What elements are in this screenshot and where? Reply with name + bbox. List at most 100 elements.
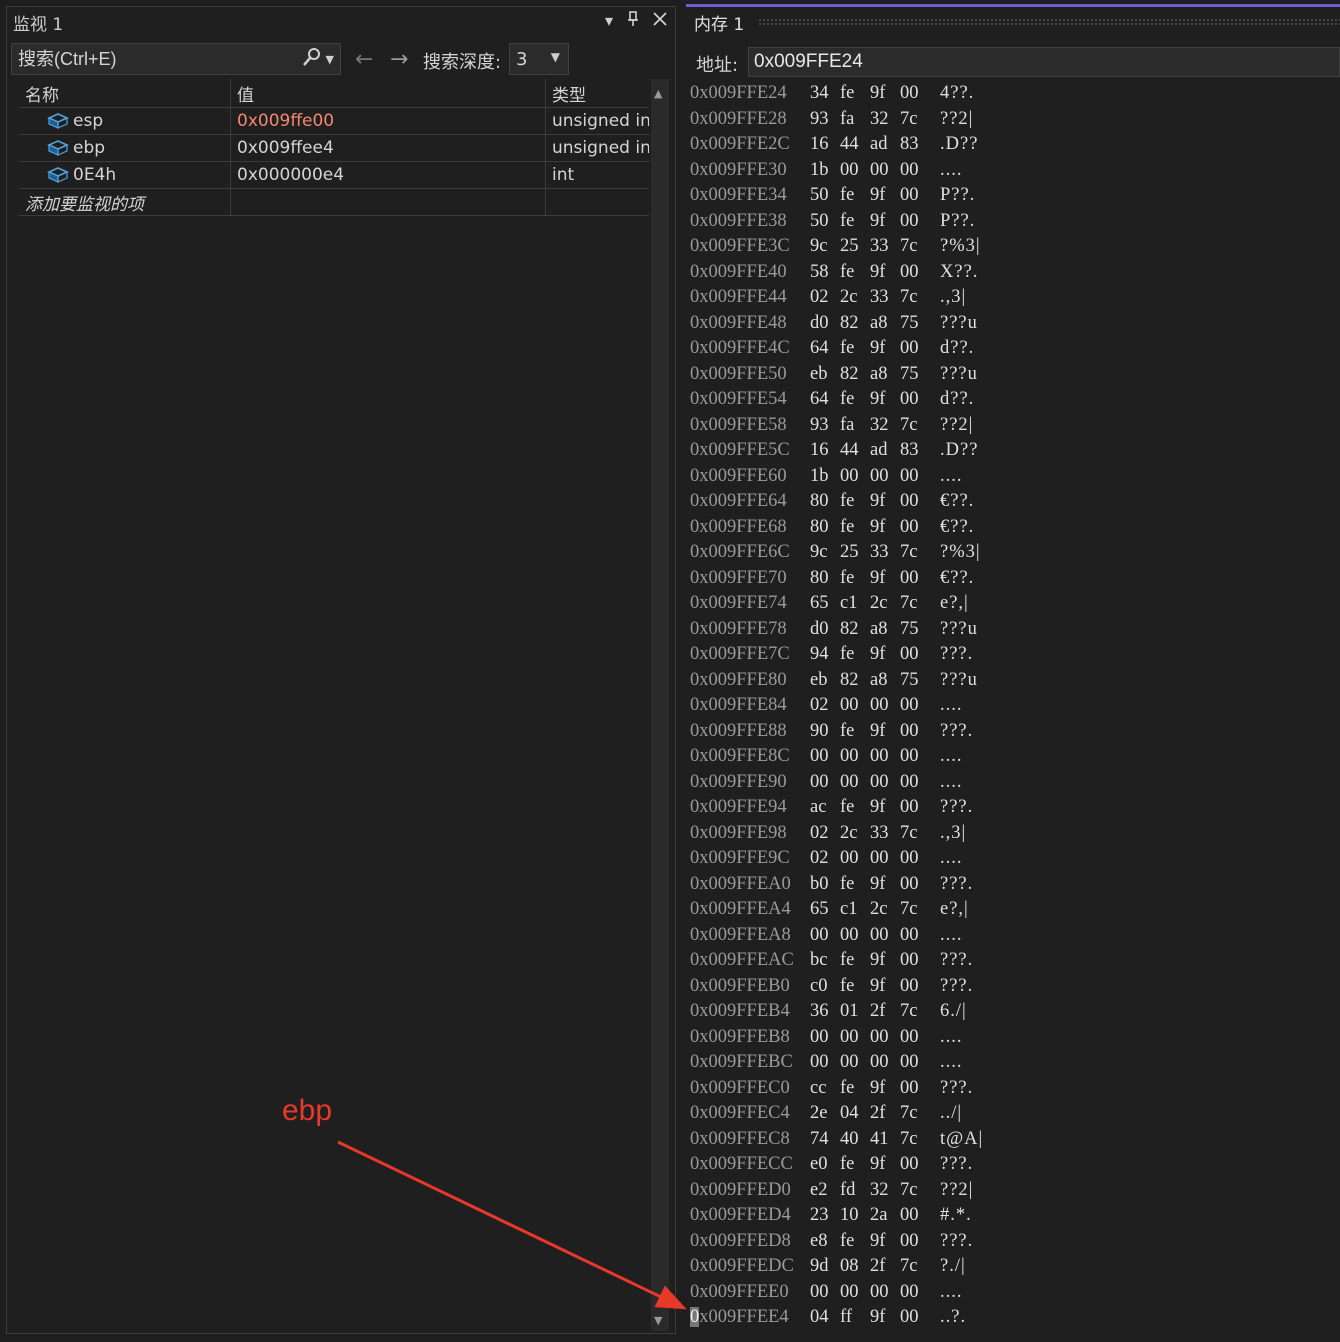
panel-drag-grip[interactable] bbox=[758, 18, 1340, 26]
memory-byte[interactable]: 00 bbox=[870, 744, 889, 770]
memory-byte[interactable]: 00 bbox=[900, 923, 919, 949]
watch-value-cell[interactable]: 0x000000e4 bbox=[231, 162, 546, 188]
memory-byte[interactable]: a8 bbox=[870, 617, 887, 643]
memory-byte[interactable]: 65 bbox=[810, 897, 829, 923]
memory-byte[interactable]: 02 bbox=[810, 821, 829, 847]
memory-byte[interactable]: 00 bbox=[840, 846, 859, 872]
memory-byte[interactable]: 01 bbox=[840, 999, 859, 1025]
memory-byte[interactable]: eb bbox=[810, 362, 827, 388]
memory-byte[interactable]: 00 bbox=[810, 923, 829, 949]
memory-byte[interactable]: fe bbox=[840, 489, 854, 515]
memory-byte[interactable]: fe bbox=[840, 1229, 854, 1255]
memory-byte[interactable]: 00 bbox=[900, 974, 919, 1000]
memory-byte[interactable]: 00 bbox=[810, 1025, 829, 1051]
memory-byte[interactable]: 00 bbox=[840, 770, 859, 796]
memory-byte[interactable]: 00 bbox=[870, 158, 889, 184]
memory-byte[interactable]: 41 bbox=[870, 1127, 889, 1153]
memory-byte[interactable]: 00 bbox=[900, 158, 919, 184]
column-header-type[interactable]: 类型 bbox=[546, 79, 649, 107]
memory-byte[interactable]: 82 bbox=[840, 668, 859, 694]
memory-byte[interactable]: 9f bbox=[870, 209, 885, 235]
memory-byte[interactable]: 90 bbox=[810, 719, 829, 745]
memory-byte[interactable]: 94 bbox=[810, 642, 829, 668]
memory-ascii[interactable]: .... bbox=[940, 693, 963, 719]
memory-byte[interactable]: 00 bbox=[900, 515, 919, 541]
memory-byte[interactable]: 9f bbox=[870, 795, 885, 821]
memory-byte[interactable]: 2f bbox=[870, 1254, 885, 1280]
memory-byte[interactable]: 00 bbox=[900, 1025, 919, 1051]
memory-byte[interactable]: 02 bbox=[810, 846, 829, 872]
memory-byte[interactable]: 00 bbox=[840, 158, 859, 184]
memory-byte[interactable]: 00 bbox=[900, 872, 919, 898]
memory-byte[interactable]: fe bbox=[840, 1076, 854, 1102]
memory-byte[interactable]: fd bbox=[840, 1178, 855, 1204]
memory-ascii[interactable]: ??2| bbox=[940, 413, 973, 439]
memory-byte[interactable]: 9f bbox=[870, 974, 885, 1000]
watch-name-cell[interactable]: ebp bbox=[19, 135, 231, 161]
memory-byte[interactable]: 9f bbox=[870, 1305, 885, 1331]
memory-byte[interactable]: 02 bbox=[810, 693, 829, 719]
memory-byte[interactable]: fe bbox=[840, 795, 854, 821]
memory-byte[interactable]: 00 bbox=[900, 1050, 919, 1076]
memory-byte[interactable]: 00 bbox=[840, 464, 859, 490]
memory-byte[interactable]: 75 bbox=[900, 362, 919, 388]
memory-byte[interactable]: e2 bbox=[810, 1178, 827, 1204]
memory-byte[interactable]: 9f bbox=[870, 515, 885, 541]
watch-row[interactable]: ebp 0x009ffee4 unsigned int bbox=[19, 135, 649, 162]
memory-byte[interactable]: 7c bbox=[900, 413, 917, 439]
memory-byte[interactable]: 83 bbox=[900, 132, 919, 158]
watch-row[interactable]: 0E4h 0x000000e4 int bbox=[19, 162, 649, 189]
memory-byte[interactable]: 00 bbox=[900, 336, 919, 362]
memory-byte[interactable]: 7c bbox=[900, 1127, 917, 1153]
memory-byte[interactable]: 80 bbox=[810, 566, 829, 592]
memory-ascii[interactable]: .... bbox=[940, 744, 963, 770]
memory-ascii[interactable]: #.*. bbox=[940, 1203, 972, 1229]
memory-byte[interactable]: 16 bbox=[810, 132, 829, 158]
memory-byte[interactable]: 00 bbox=[900, 770, 919, 796]
memory-ascii[interactable]: .... bbox=[940, 464, 963, 490]
search-icon[interactable] bbox=[302, 47, 322, 72]
memory-byte[interactable]: 00 bbox=[840, 923, 859, 949]
memory-byte[interactable]: 36 bbox=[810, 999, 829, 1025]
memory-byte[interactable]: 00 bbox=[900, 1203, 919, 1229]
memory-ascii[interactable]: .... bbox=[940, 923, 963, 949]
memory-ascii[interactable]: ???. bbox=[940, 795, 973, 821]
memory-ascii[interactable]: €??. bbox=[940, 515, 974, 541]
memory-byte[interactable]: 83 bbox=[900, 438, 919, 464]
memory-byte[interactable]: 2c bbox=[840, 285, 857, 311]
memory-byte[interactable]: 00 bbox=[870, 464, 889, 490]
memory-byte[interactable]: 7c bbox=[900, 897, 917, 923]
memory-byte[interactable]: 04 bbox=[810, 1305, 829, 1331]
memory-byte[interactable]: d0 bbox=[810, 311, 829, 337]
memory-byte[interactable]: 9f bbox=[870, 489, 885, 515]
memory-byte[interactable]: 00 bbox=[810, 1050, 829, 1076]
memory-byte[interactable]: ad bbox=[870, 132, 887, 158]
memory-byte[interactable]: 00 bbox=[870, 1280, 889, 1306]
forward-arrow-icon[interactable]: → bbox=[390, 47, 408, 72]
memory-ascii[interactable]: .... bbox=[940, 1280, 963, 1306]
memory-byte[interactable]: c0 bbox=[810, 974, 827, 1000]
memory-byte[interactable]: 2f bbox=[870, 999, 885, 1025]
memory-byte[interactable]: fe bbox=[840, 1152, 854, 1178]
memory-ascii[interactable]: €??. bbox=[940, 566, 974, 592]
memory-ascii[interactable]: ?./| bbox=[940, 1254, 966, 1280]
memory-byte[interactable]: 00 bbox=[900, 1076, 919, 1102]
memory-byte[interactable]: eb bbox=[810, 668, 827, 694]
memory-ascii[interactable]: .... bbox=[940, 1025, 963, 1051]
memory-byte[interactable]: 16 bbox=[810, 438, 829, 464]
memory-ascii[interactable]: ???u bbox=[940, 311, 978, 337]
memory-byte[interactable]: 00 bbox=[900, 464, 919, 490]
memory-ascii[interactable]: ??2| bbox=[940, 1178, 973, 1204]
memory-byte[interactable]: c1 bbox=[840, 591, 857, 617]
memory-byte[interactable]: fe bbox=[840, 336, 854, 362]
memory-byte[interactable]: 9f bbox=[870, 566, 885, 592]
memory-byte[interactable]: 74 bbox=[810, 1127, 829, 1153]
memory-ascii[interactable]: d??. bbox=[940, 387, 974, 413]
memory-byte[interactable]: 9c bbox=[810, 234, 827, 260]
memory-ascii[interactable]: ???u bbox=[940, 617, 978, 643]
memory-byte[interactable]: 00 bbox=[810, 1280, 829, 1306]
memory-byte[interactable]: 50 bbox=[810, 183, 829, 209]
memory-ascii[interactable]: ???. bbox=[940, 872, 973, 898]
scroll-down-icon[interactable]: ▼ bbox=[654, 1314, 662, 1327]
memory-byte[interactable]: 44 bbox=[840, 438, 859, 464]
